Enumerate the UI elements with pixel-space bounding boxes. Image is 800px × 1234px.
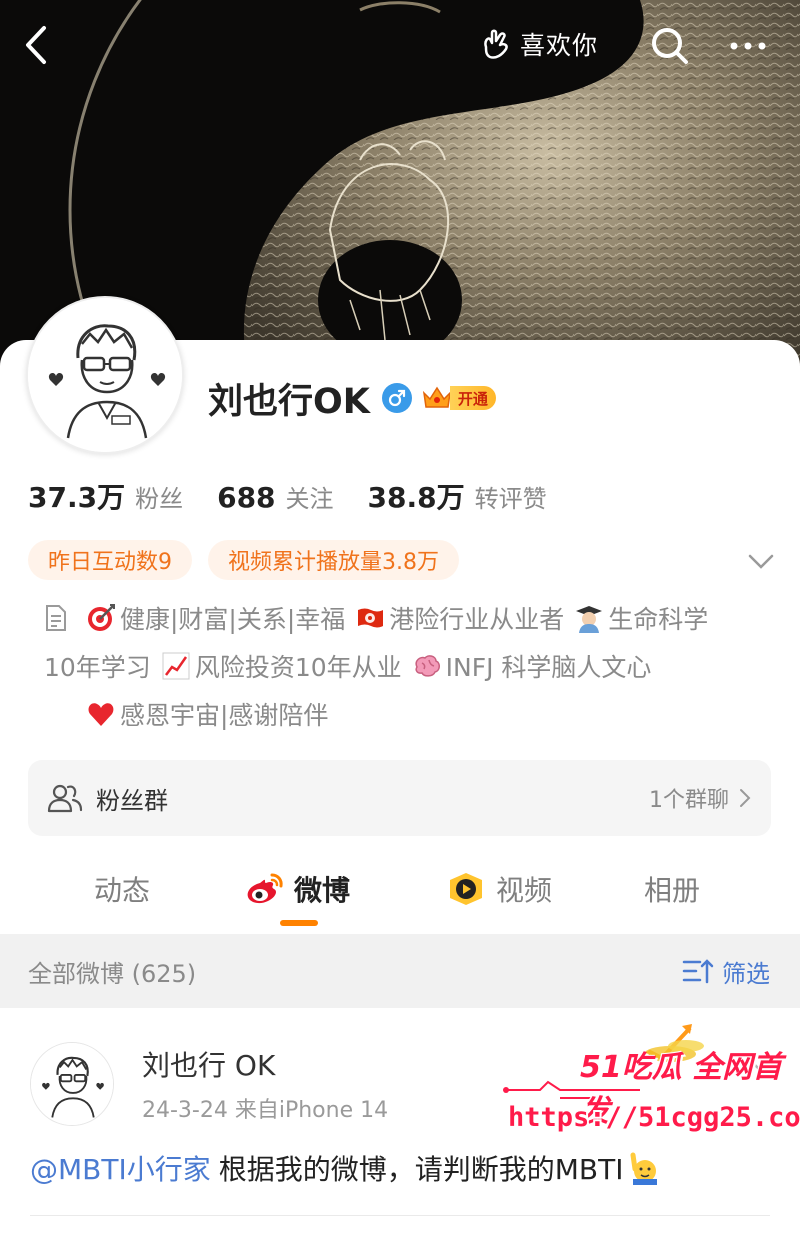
chevron-down-icon[interactable]	[746, 546, 776, 576]
feed-filter-bar: 全部微博 (625) 筛选	[0, 934, 800, 1008]
brain-emoji	[415, 655, 440, 677]
weibo-logo-icon	[247, 873, 283, 904]
like-you-label: 喜欢你	[520, 31, 599, 60]
bio-text: 生命科学	[608, 605, 709, 634]
search-icon[interactable]	[648, 24, 692, 68]
profile-tabs: 动态 微博 视频 相册	[0, 852, 800, 932]
red-heart-emoji	[88, 703, 114, 726]
bio-text: 感恩宇宙|感谢陪伴	[120, 701, 329, 730]
vip-open-label: 开通	[449, 386, 496, 410]
stat-label: 关注	[285, 485, 334, 513]
fans-group-label: 粉丝群	[96, 786, 168, 815]
stat-label: 粉丝	[135, 485, 184, 513]
video-play-icon	[450, 873, 482, 905]
all-weibo-count[interactable]: 全部微博 (625)	[28, 934, 196, 1008]
chip-daily-interactions[interactable]: 昨日互动数9	[28, 540, 192, 580]
post-content: @MBTI小行家 根据我的微博，请判断我的MBTI	[30, 1148, 661, 1188]
hand-wave-icon	[484, 29, 508, 59]
chevron-right-icon	[740, 789, 751, 807]
post-author[interactable]: 刘也行 OK	[142, 1044, 275, 1084]
document-icon	[46, 605, 66, 631]
target-emoji	[88, 604, 115, 631]
tab-activity[interactable]: 动态	[94, 866, 150, 912]
filter-label: 筛选	[722, 959, 770, 988]
male-gender-icon	[381, 383, 412, 413]
name-row: 刘也行OK 开通	[208, 370, 496, 426]
stat-label: 转评赞	[474, 485, 547, 513]
post-meta: 24-3-24 来自iPhone 14	[142, 1098, 389, 1123]
bio-line: 10年学习 风险投资10年从业 INFJ 科学脑人文心	[44, 642, 766, 690]
post-text: 根据我的微博，请判断我的MBTI	[218, 1153, 624, 1186]
chart-up-emoji	[162, 652, 190, 680]
tab-label: 视频	[496, 874, 553, 907]
tab-label: 动态	[94, 874, 151, 907]
stat-reposts-comments-likes[interactable]: 38.8万 转评赞	[368, 476, 547, 516]
chip-video-plays[interactable]: 视频累计播放量3.8万	[208, 540, 459, 580]
tab-label: 相册	[644, 874, 701, 907]
fans-group-row[interactable]: 粉丝群 1个群聊	[28, 760, 771, 836]
stat-value: 37.3万	[28, 481, 126, 514]
bio-line: 健康|财富|关系|幸福 港险行业从业者 生命科学	[86, 594, 766, 642]
bio-text: 港险行业从业者	[389, 605, 565, 634]
bio-text: 10年学习	[44, 653, 151, 682]
more-icon[interactable]	[726, 24, 770, 68]
bio-text: INFJ 科学脑人文心	[445, 653, 652, 682]
tab-video[interactable]: 视频	[446, 866, 552, 912]
filter-icon	[682, 959, 714, 984]
filter-button[interactable]: 筛选	[682, 934, 770, 1008]
avatar[interactable]	[26, 296, 184, 454]
watermark-url: https://51cgg25.com	[508, 1102, 800, 1133]
bio-text: 风险投资10年从业	[194, 653, 402, 682]
stats-row: 37.3万 粉丝 688 关注 38.8万 转评赞	[28, 476, 581, 520]
top-bar: 喜欢你	[0, 0, 800, 92]
profile-name: 刘也行OK	[208, 381, 370, 422]
mention-link[interactable]: @MBTI小行家	[30, 1148, 211, 1188]
like-you-button[interactable]: 喜欢你	[466, 14, 620, 74]
people-icon	[47, 784, 83, 813]
fans-group-count: 1个群聊	[649, 788, 729, 813]
vip-open-badge[interactable]: 开通	[422, 383, 496, 413]
stat-following[interactable]: 688 关注	[217, 479, 333, 514]
post-avatar[interactable]	[30, 1042, 114, 1126]
stat-followers[interactable]: 37.3万 粉丝	[28, 476, 183, 516]
graduate-emoji	[576, 606, 603, 633]
crown-icon	[422, 386, 451, 408]
stat-value: 38.8万	[367, 481, 465, 514]
bio-line: 感恩宇宙|感谢陪伴	[86, 690, 766, 738]
raising-hand-emoji	[630, 1152, 658, 1185]
active-tab-indicator	[280, 920, 318, 926]
tab-label: 微博	[294, 874, 351, 907]
bio-text: 健康|财富|关系|幸福	[120, 605, 346, 634]
tab-album[interactable]: 相册	[644, 866, 700, 912]
back-icon[interactable]	[18, 22, 58, 68]
stat-chips: 昨日互动数9 视频累计播放量3.8万	[28, 540, 475, 580]
site-watermark: 51吃瓜 全网首发 https://51cgg25.com	[500, 1006, 800, 1136]
stat-value: 688	[217, 481, 276, 514]
hongkong-flag-emoji	[358, 608, 384, 628]
post-divider	[30, 1215, 770, 1216]
tab-weibo[interactable]: 微博	[244, 866, 350, 912]
